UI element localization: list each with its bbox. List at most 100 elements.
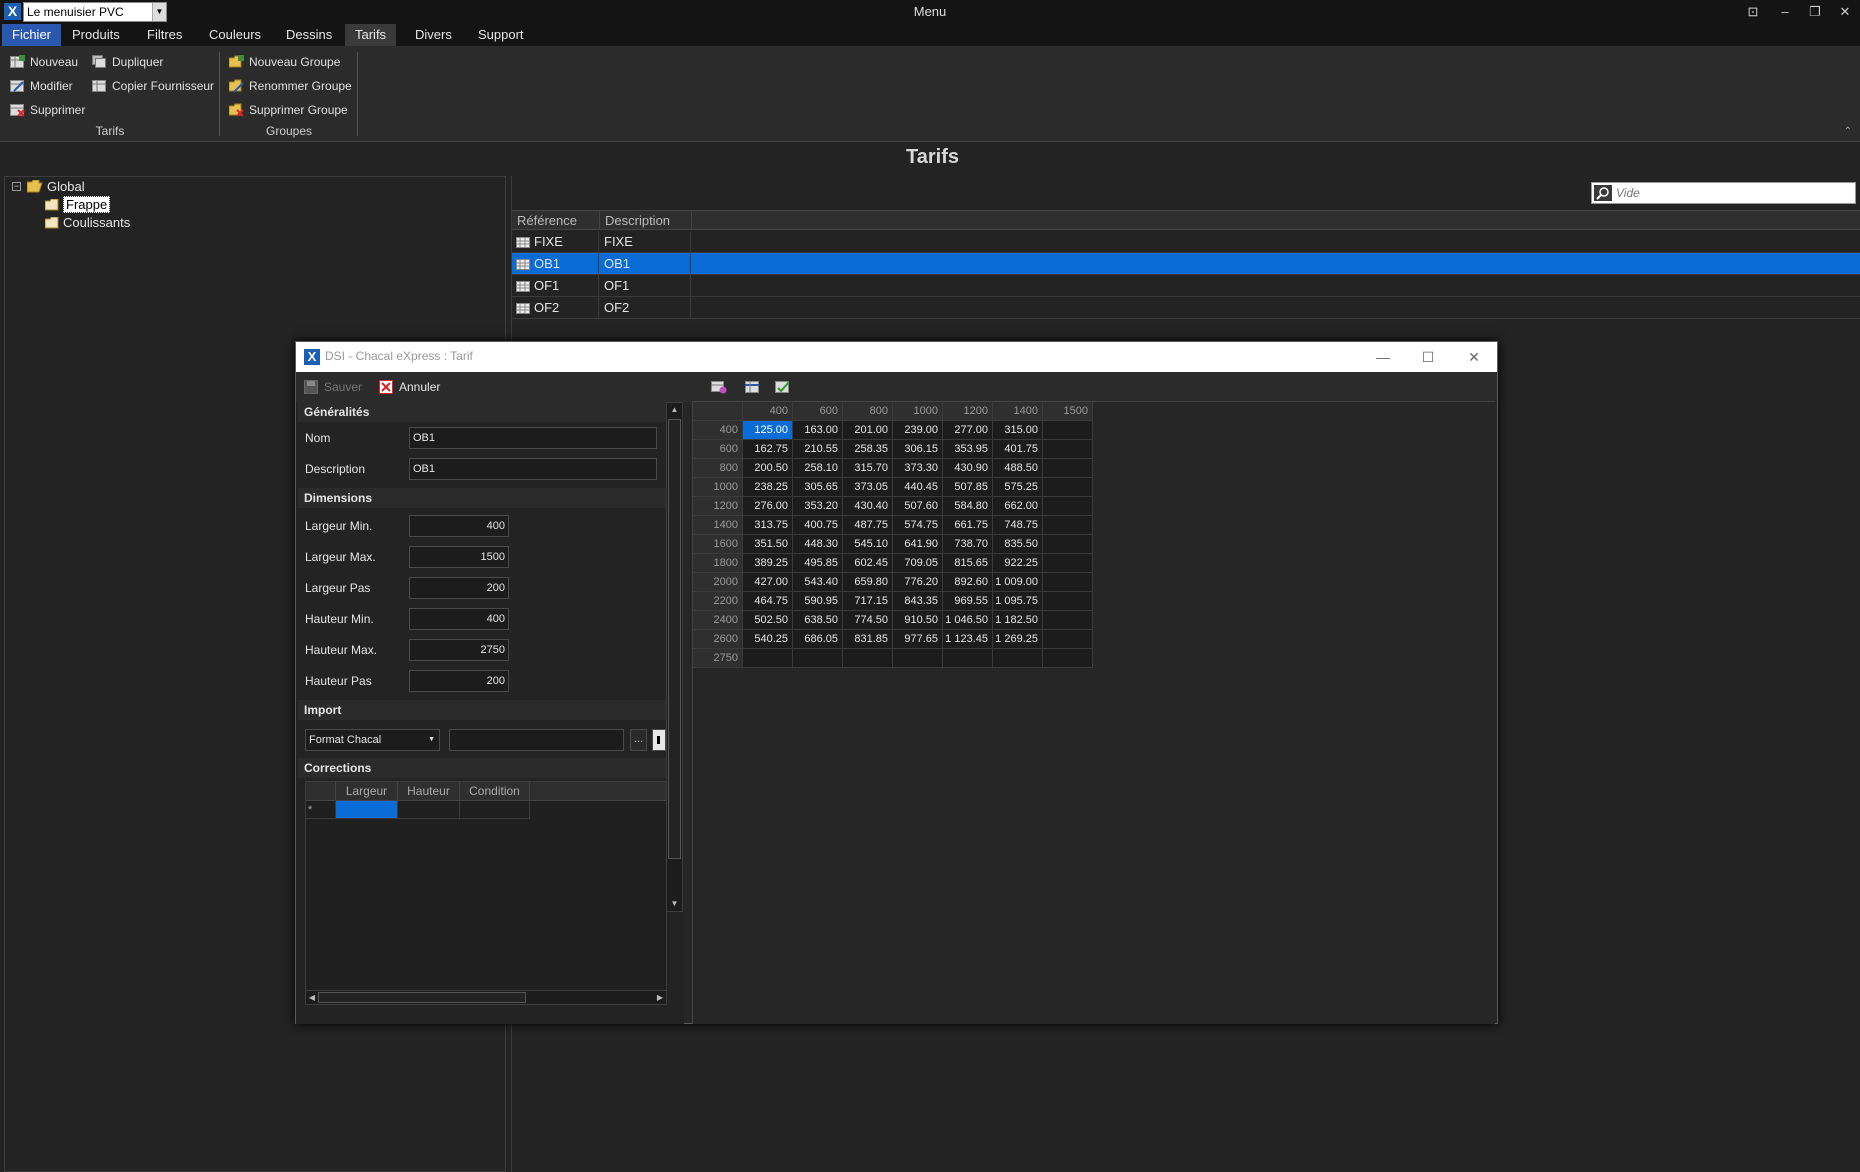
- price-grid-cell[interactable]: 709.05: [893, 554, 943, 573]
- price-grid-cell[interactable]: 748.75: [993, 516, 1043, 535]
- price-grid[interactable]: 400 600 800 1000 1200 1400 1500 400 125.00 163.00…: [692, 401, 1495, 1024]
- company-selector[interactable]: Le menuisier PVC ▼: [23, 2, 167, 22]
- price-grid-cell[interactable]: 448.30: [793, 535, 843, 554]
- price-grid-cell[interactable]: 638.50: [793, 611, 843, 630]
- largeur-pas-field[interactable]: 200: [409, 577, 509, 599]
- nom-field[interactable]: OB1: [409, 427, 657, 449]
- price-grid-cell[interactable]: 305.65: [793, 478, 843, 497]
- price-grid-row-header[interactable]: 1400: [693, 516, 743, 535]
- hauteur-max-field[interactable]: 2750: [409, 639, 509, 661]
- price-grid-cell[interactable]: 488.50: [993, 459, 1043, 478]
- price-grid-cell[interactable]: 258.35: [843, 440, 893, 459]
- tree-node-coulissants[interactable]: Coulissants: [45, 214, 130, 232]
- price-grid-cell[interactable]: 774.50: [843, 611, 893, 630]
- price-grid-column-header[interactable]: 1000: [893, 402, 943, 421]
- price-grid-cell[interactable]: 373.05: [843, 478, 893, 497]
- price-grid-cell[interactable]: 1 095.75: [993, 592, 1043, 611]
- price-grid-cell[interactable]: 1 123.45: [943, 630, 993, 649]
- price-grid-cell[interactable]: 315.70: [843, 459, 893, 478]
- price-grid-row-header[interactable]: 800: [693, 459, 743, 478]
- price-grid-row-header[interactable]: 1200: [693, 497, 743, 516]
- price-grid-cell[interactable]: 315.00: [993, 421, 1043, 440]
- price-grid-cell[interactable]: [993, 649, 1043, 668]
- scroll-down-icon[interactable]: ▼: [667, 897, 682, 911]
- price-grid-cell[interactable]: 831.85: [843, 630, 893, 649]
- price-grid-cell[interactable]: 125.00: [743, 421, 793, 440]
- price-grid-column-header[interactable]: 800: [843, 402, 893, 421]
- price-grid-cell[interactable]: 686.05: [793, 630, 843, 649]
- price-grid-cell[interactable]: 163.00: [793, 421, 843, 440]
- search-input[interactable]: [1616, 185, 1851, 201]
- price-grid-cell[interactable]: 464.75: [743, 592, 793, 611]
- scroll-up-icon[interactable]: ▲: [667, 403, 682, 417]
- scroll-thumb[interactable]: [318, 992, 526, 1003]
- price-grid-cell[interactable]: 353.95: [943, 440, 993, 459]
- price-grid-cell[interactable]: 738.70: [943, 535, 993, 554]
- nouveau-button[interactable]: Nouveau: [10, 52, 78, 72]
- vertical-scrollbar[interactable]: ▲ ▼: [666, 402, 683, 912]
- price-grid-cell[interactable]: 922.25: [993, 554, 1043, 573]
- price-grid-cell[interactable]: 584.80: [943, 497, 993, 516]
- price-grid-cell[interactable]: 502.50: [743, 611, 793, 630]
- corrections-cell-largeur[interactable]: [336, 801, 398, 819]
- close-button[interactable]: ✕: [1830, 1, 1860, 23]
- price-grid-cell[interactable]: 440.45: [893, 478, 943, 497]
- corrections-cell-hauteur[interactable]: [398, 801, 460, 819]
- price-grid-cell[interactable]: 602.45: [843, 554, 893, 573]
- tab-couleurs[interactable]: Couleurs: [199, 24, 271, 46]
- price-grid-cell[interactable]: 717.15: [843, 592, 893, 611]
- price-grid-cell[interactable]: 427.00: [743, 573, 793, 592]
- copier-fournisseur-button[interactable]: Copier Fournisseur: [92, 76, 214, 96]
- price-grid-row-header[interactable]: 600: [693, 440, 743, 459]
- column-largeur[interactable]: Largeur: [336, 782, 398, 801]
- price-grid-cell[interactable]: [893, 649, 943, 668]
- price-grid-cell[interactable]: [1043, 630, 1093, 649]
- price-grid-row-header[interactable]: 2400: [693, 611, 743, 630]
- dupliquer-button[interactable]: Dupliquer: [92, 52, 163, 72]
- chevron-down-icon[interactable]: ▼: [152, 3, 166, 21]
- tab-fichier[interactable]: Fichier: [2, 24, 62, 46]
- dialog-close-button[interactable]: ✕: [1452, 342, 1496, 372]
- search-box[interactable]: [1591, 182, 1856, 204]
- price-grid-cell[interactable]: 353.20: [793, 497, 843, 516]
- import-format-select[interactable]: Format Chacal ▼: [305, 729, 440, 751]
- price-grid-column-header[interactable]: 1500: [1043, 402, 1093, 421]
- price-grid-cell[interactable]: [843, 649, 893, 668]
- tab-produits[interactable]: Produits: [62, 24, 130, 46]
- price-grid-cell[interactable]: [1043, 478, 1093, 497]
- price-grid-cell[interactable]: 495.85: [793, 554, 843, 573]
- search-icon[interactable]: [1594, 185, 1612, 201]
- minimize-button[interactable]: –: [1770, 1, 1800, 23]
- price-grid-column-header[interactable]: 600: [793, 402, 843, 421]
- import-path-field[interactable]: [449, 729, 624, 751]
- price-grid-cell[interactable]: 373.30: [893, 459, 943, 478]
- dialog-maximize-button[interactable]: ☐: [1406, 342, 1450, 372]
- price-grid-cell[interactable]: 313.75: [743, 516, 793, 535]
- price-grid-cell[interactable]: [1043, 649, 1093, 668]
- price-grid-cell[interactable]: [1043, 535, 1093, 554]
- price-grid-cell[interactable]: 401.75: [993, 440, 1043, 459]
- pin-window-icon[interactable]: ⊡: [1738, 1, 1768, 23]
- price-grid-cell[interactable]: 590.95: [793, 592, 843, 611]
- price-grid-cell[interactable]: 389.25: [743, 554, 793, 573]
- price-grid-cell[interactable]: 969.55: [943, 592, 993, 611]
- largeur-min-field[interactable]: 400: [409, 515, 509, 537]
- price-grid-cell[interactable]: 835.50: [993, 535, 1043, 554]
- import-run-button[interactable]: [652, 729, 666, 751]
- price-grid-cell[interactable]: 201.00: [843, 421, 893, 440]
- price-grid-cell[interactable]: 543.40: [793, 573, 843, 592]
- corrections-grid[interactable]: Largeur Hauteur Condition * ◀ ▶: [305, 781, 667, 1005]
- horizontal-scrollbar[interactable]: ◀ ▶: [306, 990, 666, 1004]
- price-grid-row-header[interactable]: 2600: [693, 630, 743, 649]
- price-grid-cell[interactable]: 776.20: [893, 573, 943, 592]
- price-grid-cell[interactable]: 276.00: [743, 497, 793, 516]
- price-grid-cell[interactable]: [1043, 592, 1093, 611]
- price-grid-cell[interactable]: 659.80: [843, 573, 893, 592]
- restore-button[interactable]: ❐: [1800, 1, 1830, 23]
- table-row[interactable]: OF1 OF1: [512, 275, 1860, 297]
- scroll-right-icon[interactable]: ▶: [654, 991, 666, 1004]
- price-grid-cell[interactable]: 575.25: [993, 478, 1043, 497]
- save-button[interactable]: Sauver: [304, 378, 362, 396]
- hauteur-min-field[interactable]: 400: [409, 608, 509, 630]
- price-grid-row-header[interactable]: 1000: [693, 478, 743, 497]
